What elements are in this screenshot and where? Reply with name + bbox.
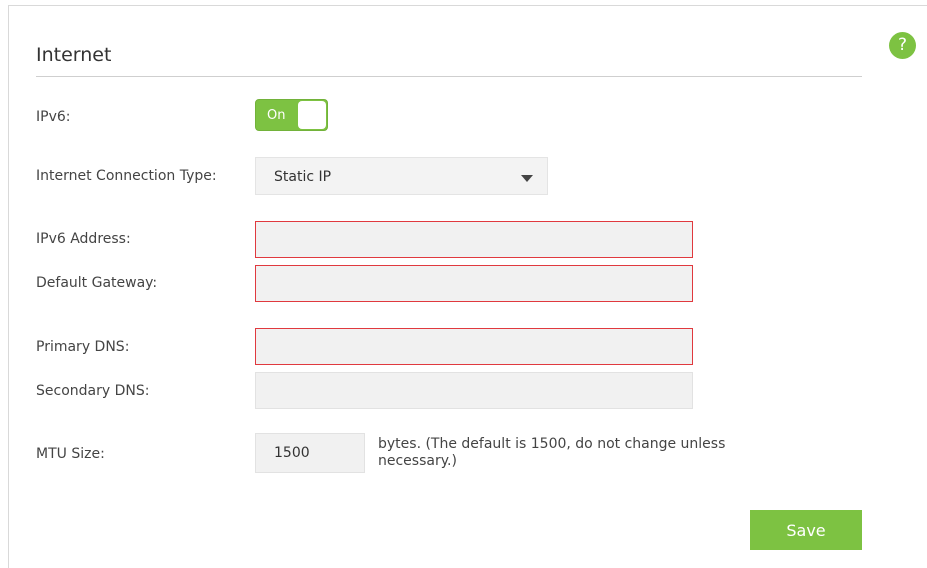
mtu-size-label: MTU Size: <box>36 446 105 462</box>
connection-type-value: Static IP <box>274 169 332 185</box>
connection-type-select[interactable]: Static IP <box>255 157 548 195</box>
secondary-dns-label: Secondary DNS: <box>36 383 150 399</box>
ipv6-address-input[interactable] <box>255 221 693 258</box>
save-button[interactable]: Save <box>750 510 862 550</box>
mtu-size-input[interactable] <box>255 433 365 473</box>
section-title: Internet <box>36 44 112 66</box>
primary-dns-input[interactable] <box>255 328 693 365</box>
connection-type-label: Internet Connection Type: <box>36 168 217 184</box>
ipv6-toggle[interactable]: On <box>255 99 328 131</box>
ipv6-address-label: IPv6 Address: <box>36 231 131 247</box>
help-icon[interactable]: ? <box>889 32 916 59</box>
title-divider <box>36 76 862 77</box>
mtu-help-text: bytes. (The default is 1500, do not chan… <box>378 436 726 469</box>
default-gateway-label: Default Gateway: <box>36 275 158 291</box>
chevron-down-icon <box>521 175 533 182</box>
primary-dns-label: Primary DNS: <box>36 339 130 355</box>
ipv6-toggle-knob <box>298 101 326 129</box>
ipv6-toggle-text: On <box>267 108 286 123</box>
ipv6-label: IPv6: <box>36 109 71 125</box>
secondary-dns-input[interactable] <box>255 372 693 409</box>
default-gateway-input[interactable] <box>255 265 693 302</box>
